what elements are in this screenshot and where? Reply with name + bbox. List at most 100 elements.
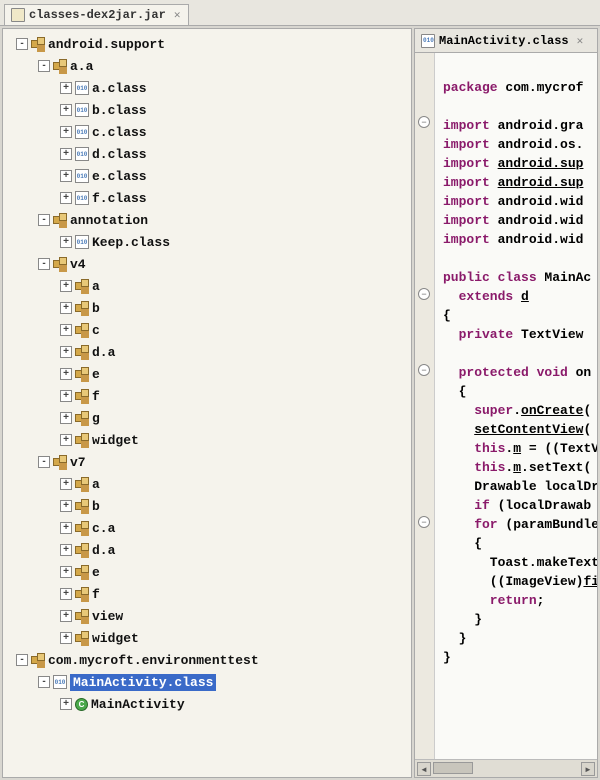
expand-icon[interactable]: + xyxy=(60,698,72,710)
fold-toggle-icon[interactable]: − xyxy=(418,364,430,376)
tree-node-label: v4 xyxy=(70,257,86,272)
tree-node[interactable]: + Keep.class xyxy=(5,231,409,253)
package-icon xyxy=(31,653,45,667)
tree-node[interactable]: +e.class xyxy=(5,165,409,187)
expand-icon[interactable]: + xyxy=(60,566,72,578)
expand-icon[interactable]: + xyxy=(60,104,72,116)
tree-node-label: com.mycroft.environmenttest xyxy=(48,653,259,668)
class-file-icon xyxy=(75,103,89,117)
tree-node-label: c.a xyxy=(92,521,115,536)
editor-scroll-horizontal[interactable]: ◄ ► xyxy=(415,759,597,777)
tree-node-label: a.a xyxy=(70,59,93,74)
scroll-thumb[interactable] xyxy=(433,762,473,774)
package-icon xyxy=(75,433,89,447)
tree-node-label: c.class xyxy=(92,125,147,140)
tree-node[interactable]: +e xyxy=(5,363,409,385)
tree-node[interactable]: +b xyxy=(5,495,409,517)
tree-node[interactable]: + f.class xyxy=(5,187,409,209)
package-tree[interactable]: -android.support-a.a+a.class+b.class+c.c… xyxy=(3,29,411,777)
tree-node[interactable]: +f xyxy=(5,583,409,605)
tree-node[interactable]: + widget xyxy=(5,627,409,649)
collapse-icon[interactable]: - xyxy=(38,676,50,688)
tree-node[interactable]: +MainActivity xyxy=(5,693,409,715)
expand-icon[interactable]: + xyxy=(60,148,72,160)
expand-icon[interactable]: + xyxy=(60,236,72,248)
expand-icon[interactable]: + xyxy=(60,434,72,446)
expand-icon[interactable]: + xyxy=(60,588,72,600)
tree-node[interactable]: -android.support xyxy=(5,33,409,55)
collapse-icon[interactable]: - xyxy=(16,38,28,50)
tree-node[interactable]: -MainActivity.class xyxy=(5,671,409,693)
tree-node[interactable]: +f xyxy=(5,385,409,407)
fold-toggle-icon[interactable]: − xyxy=(418,516,430,528)
tree-node[interactable]: +c xyxy=(5,319,409,341)
tree-node-label: annotation xyxy=(70,213,148,228)
fold-toggle-icon[interactable]: − xyxy=(418,288,430,300)
scroll-right-arrow-icon[interactable]: ► xyxy=(581,762,595,776)
tree-node[interactable]: - v4 xyxy=(5,253,409,275)
tree-node[interactable]: +e xyxy=(5,561,409,583)
editor-tab-label[interactable]: MainActivity.class xyxy=(439,34,569,48)
collapse-icon[interactable]: - xyxy=(16,654,28,666)
expand-icon[interactable]: + xyxy=(60,632,72,644)
editor-tab-bar: MainActivity.class ✕ xyxy=(415,29,597,53)
tree-node[interactable]: + d.class xyxy=(5,143,409,165)
expand-icon[interactable]: + xyxy=(60,390,72,402)
tree-node[interactable]: +b xyxy=(5,297,409,319)
collapse-icon[interactable]: - xyxy=(38,456,50,468)
collapse-icon[interactable]: - xyxy=(38,214,50,226)
collapse-icon[interactable]: - xyxy=(38,258,50,270)
tree-node-label: d.class xyxy=(92,147,147,162)
tree-node[interactable]: -v7 xyxy=(5,451,409,473)
tree-node-label: e xyxy=(92,565,100,580)
tree-node-label: f.class xyxy=(92,191,147,206)
expand-icon[interactable]: + xyxy=(60,280,72,292)
expand-icon[interactable]: + xyxy=(60,478,72,490)
expand-icon[interactable]: + xyxy=(60,170,72,182)
expand-icon[interactable]: + xyxy=(60,192,72,204)
tree-node-label: widget xyxy=(92,631,139,646)
expand-icon[interactable]: + xyxy=(60,346,72,358)
close-icon[interactable]: ✕ xyxy=(174,8,181,22)
code-editor[interactable]: −−−− package com.mycrof import android.g… xyxy=(415,53,597,759)
tree-node[interactable]: +a.class xyxy=(5,77,409,99)
tree-node[interactable]: + c.a xyxy=(5,517,409,539)
tree-node[interactable]: +g xyxy=(5,407,409,429)
tree-node[interactable]: + widget xyxy=(5,429,409,451)
scroll-left-arrow-icon[interactable]: ◄ xyxy=(417,762,431,776)
close-icon[interactable]: ✕ xyxy=(577,34,584,48)
tree-node[interactable]: - annotation xyxy=(5,209,409,231)
package-icon xyxy=(75,631,89,645)
tree-node[interactable]: +a xyxy=(5,473,409,495)
class-file-icon xyxy=(75,169,89,183)
expand-icon[interactable]: + xyxy=(60,368,72,380)
tree-node[interactable]: + c.class xyxy=(5,121,409,143)
expand-icon[interactable]: + xyxy=(60,412,72,424)
tab-jar[interactable]: classes-dex2jar.jar ✕ xyxy=(4,4,189,25)
tree-node-label: b xyxy=(92,301,100,316)
tree-node-label: Keep.class xyxy=(92,235,170,250)
tree-node[interactable]: +b.class xyxy=(5,99,409,121)
expand-icon[interactable]: + xyxy=(60,500,72,512)
tree-node[interactable]: +view xyxy=(5,605,409,627)
tree-node[interactable]: +d.a xyxy=(5,341,409,363)
tree-node[interactable]: - a.a xyxy=(5,55,409,77)
expand-icon[interactable]: + xyxy=(60,324,72,336)
tree-node[interactable]: - com.mycroft.environmenttest xyxy=(5,649,409,671)
expand-icon[interactable]: + xyxy=(60,302,72,314)
collapse-icon[interactable]: - xyxy=(38,60,50,72)
tree-node[interactable]: +d.a xyxy=(5,539,409,561)
fold-toggle-icon[interactable]: − xyxy=(418,116,430,128)
expand-icon[interactable]: + xyxy=(60,126,72,138)
expand-icon[interactable]: + xyxy=(60,82,72,94)
package-icon xyxy=(53,59,67,73)
expand-icon[interactable]: + xyxy=(60,610,72,622)
tree-node-label: widget xyxy=(92,433,139,448)
expand-icon[interactable]: + xyxy=(60,544,72,556)
expand-icon[interactable]: + xyxy=(60,522,72,534)
package-icon xyxy=(75,323,89,337)
tree-node[interactable]: +a xyxy=(5,275,409,297)
package-icon xyxy=(53,257,67,271)
top-tab-bar: classes-dex2jar.jar ✕ xyxy=(0,0,600,26)
package-icon xyxy=(75,367,89,381)
